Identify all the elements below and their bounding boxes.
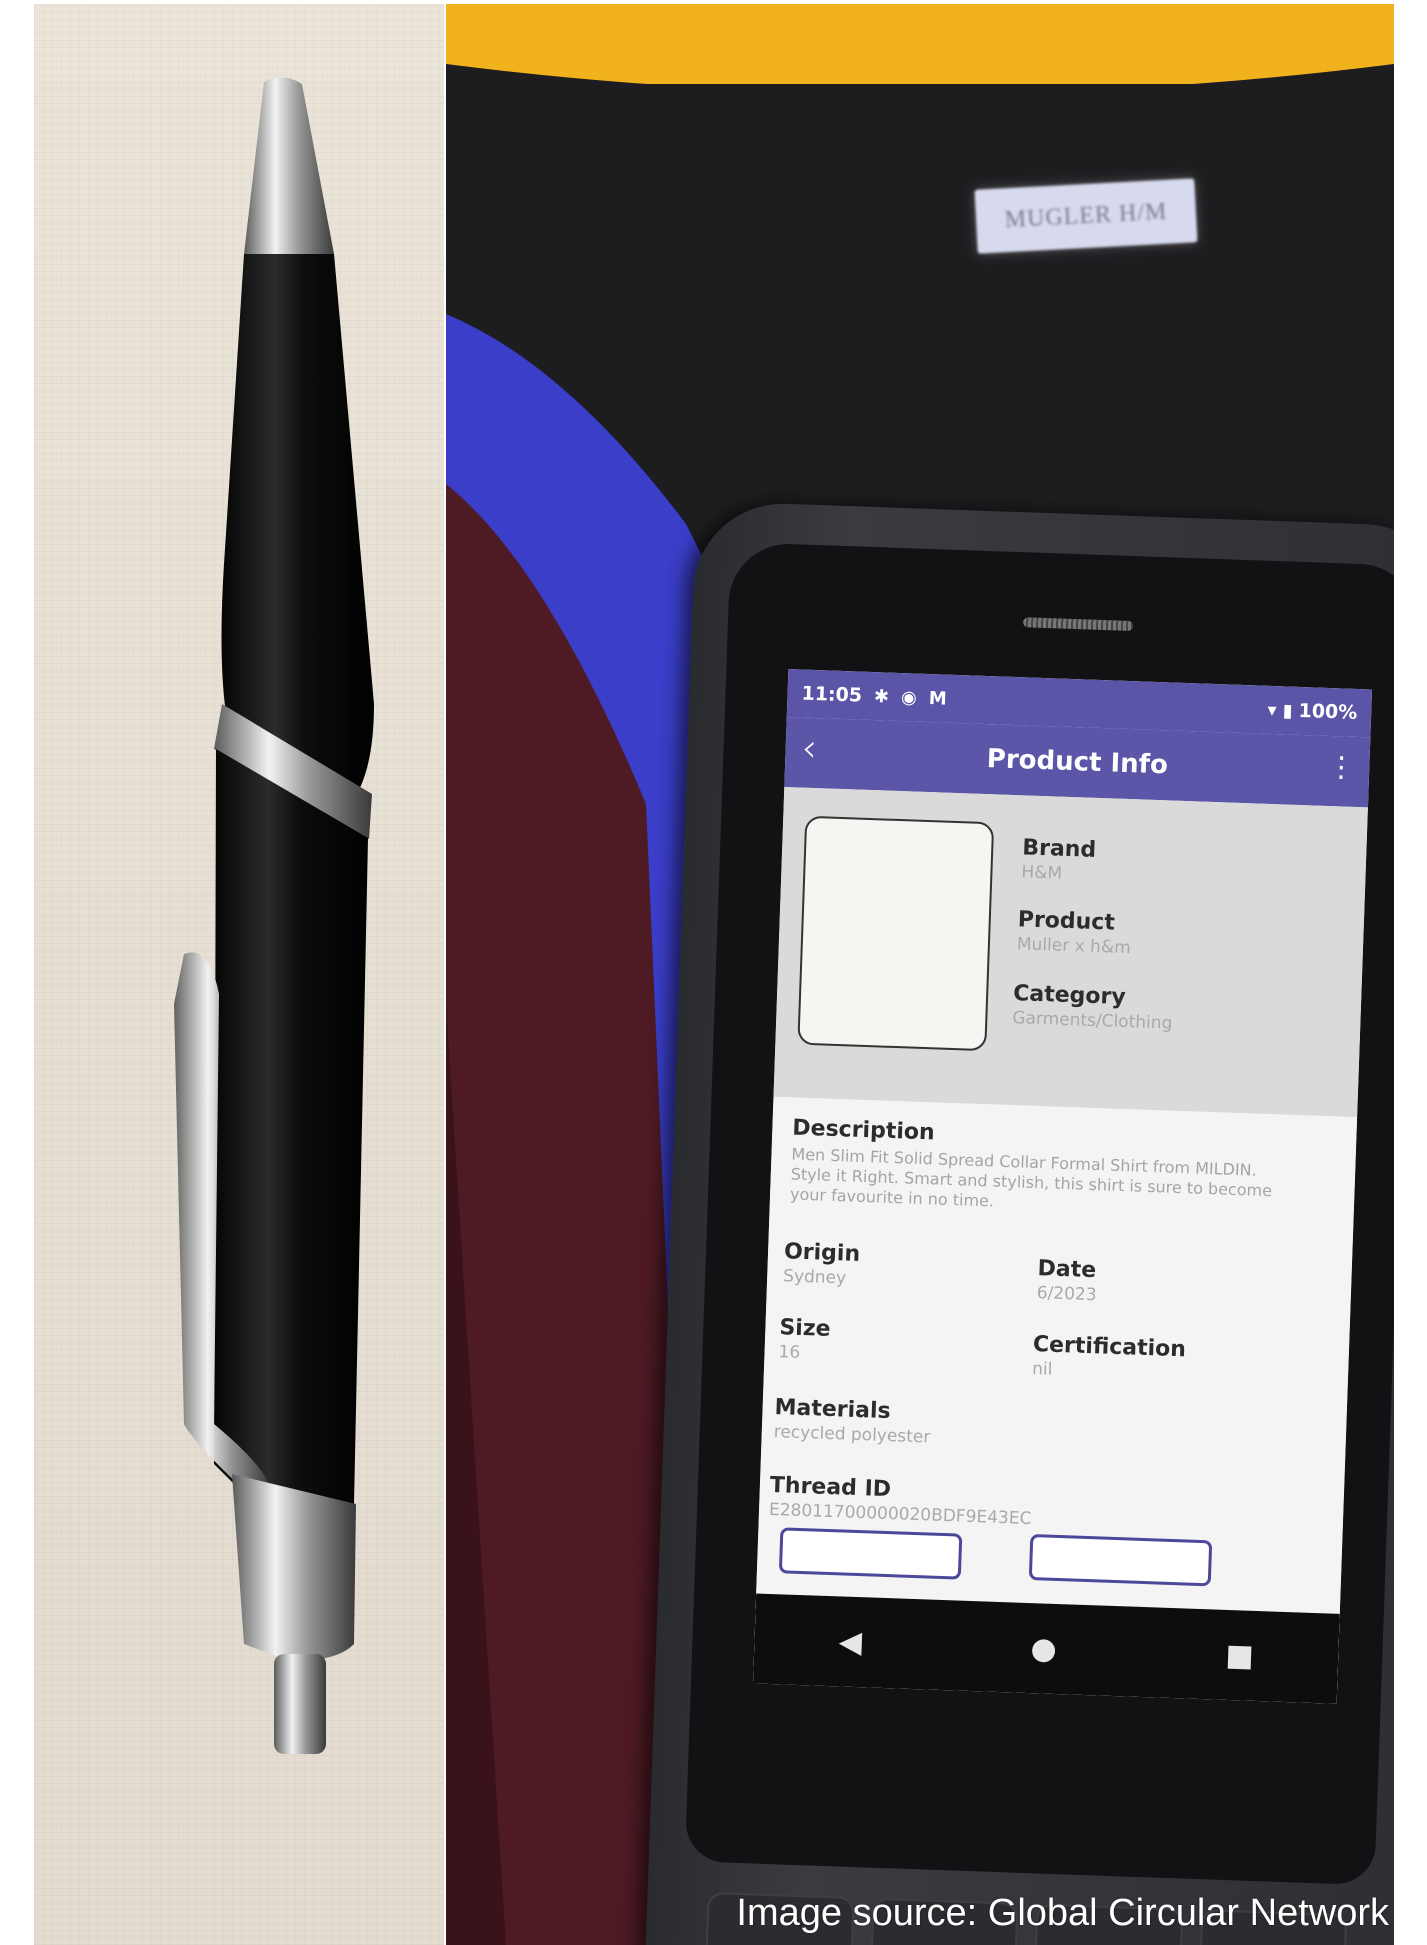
size-field: Size 16 (778, 1315, 831, 1364)
brand-label: Brand (1021, 835, 1097, 863)
image-source-caption: Image source: Global Circular Network (736, 1892, 1389, 1934)
date-value: 6/2023 (1036, 1283, 1097, 1306)
description-field: Description Men Slim Fit Solid Spread Co… (790, 1115, 1293, 1221)
action-button-right[interactable] (1028, 1534, 1213, 1587)
date-field: Date 6/2023 (1036, 1256, 1097, 1305)
gmail-icon: M (928, 687, 948, 710)
nav-home-icon[interactable]: ● (1030, 1631, 1057, 1667)
product-value: Muller x h&m (1016, 934, 1132, 959)
product-image-placeholder (797, 815, 995, 1052)
back-chevron-icon[interactable]: ‹ (801, 726, 818, 771)
category-label: Category (1012, 981, 1127, 1011)
device-screen: 11:05 ✱ ◉ M ▾ ▮ 100% ‹ Product Info ⋮ Br… (752, 669, 1373, 1704)
speaker-grille (1023, 617, 1134, 632)
settings-icon: ✱ (873, 685, 890, 708)
category-field: Category Garments/Clothing (1012, 981, 1174, 1034)
brand-field: Brand H&M (1021, 835, 1096, 885)
size-label: Size (778, 1315, 831, 1342)
handheld-scanner-device: 11:05 ✱ ◉ M ▾ ▮ 100% ‹ Product Info ⋮ Br… (644, 500, 1394, 1945)
more-vert-icon[interactable]: ⋮ (1327, 750, 1356, 784)
date-label: Date (1037, 1256, 1097, 1284)
certification-value: nil (1031, 1358, 1053, 1380)
product-field: Product Muller x h&m (1017, 907, 1132, 958)
battery-percent: 100% (1298, 699, 1358, 724)
origin-label: Origin (783, 1239, 861, 1267)
system-nav-bar: ◀ ● ■ (752, 1593, 1340, 1704)
product-label: Product (1017, 907, 1116, 936)
battery-icon: ▮ (1282, 699, 1293, 722)
size-value: 16 (778, 1342, 801, 1363)
product-summary: Brand H&M Product Muller x h&m Category … (773, 786, 1368, 1118)
certification-label: Certification (1032, 1332, 1187, 1363)
category-value: Garments/Clothing (1012, 1008, 1173, 1034)
origin-field: Origin Sydney (783, 1239, 861, 1289)
nav-back-icon[interactable]: ◀ (838, 1624, 862, 1660)
description-value: Men Slim Fit Solid Spread Collar Formal … (789, 1144, 1273, 1211)
page-title: Product Info (986, 744, 1169, 781)
origin-value: Sydney (782, 1266, 847, 1289)
action-button-left[interactable] (778, 1527, 963, 1580)
shirt-brand-label: MUGLER H/M (974, 178, 1198, 254)
nav-recents-icon[interactable]: ■ (1225, 1637, 1255, 1673)
device-bezel: 11:05 ✱ ◉ M ▾ ▮ 100% ‹ Product Info ⋮ Br… (684, 541, 1394, 1886)
chrome-icon: ◉ (900, 686, 918, 709)
materials-field: Materials recycled polyester (773, 1395, 931, 1447)
materials-label: Materials (774, 1395, 892, 1425)
certification-field: Certification nil (1032, 1332, 1187, 1384)
brand-value: H&M (1021, 862, 1063, 884)
status-time: 11:05 (801, 682, 863, 707)
pen-photo (34, 4, 444, 1945)
materials-value: recycled polyester (773, 1422, 931, 1448)
thread-id-field: Thread ID E28011700000020BDF9E43EC (769, 1473, 1033, 1529)
product-scan-photo: MUGLER H/M 11:05 ✱ ◉ M ▾ ▮ 100% ‹ Produc… (446, 4, 1394, 1945)
wifi-icon: ▾ (1267, 699, 1278, 721)
pen-illustration (174, 77, 374, 1754)
